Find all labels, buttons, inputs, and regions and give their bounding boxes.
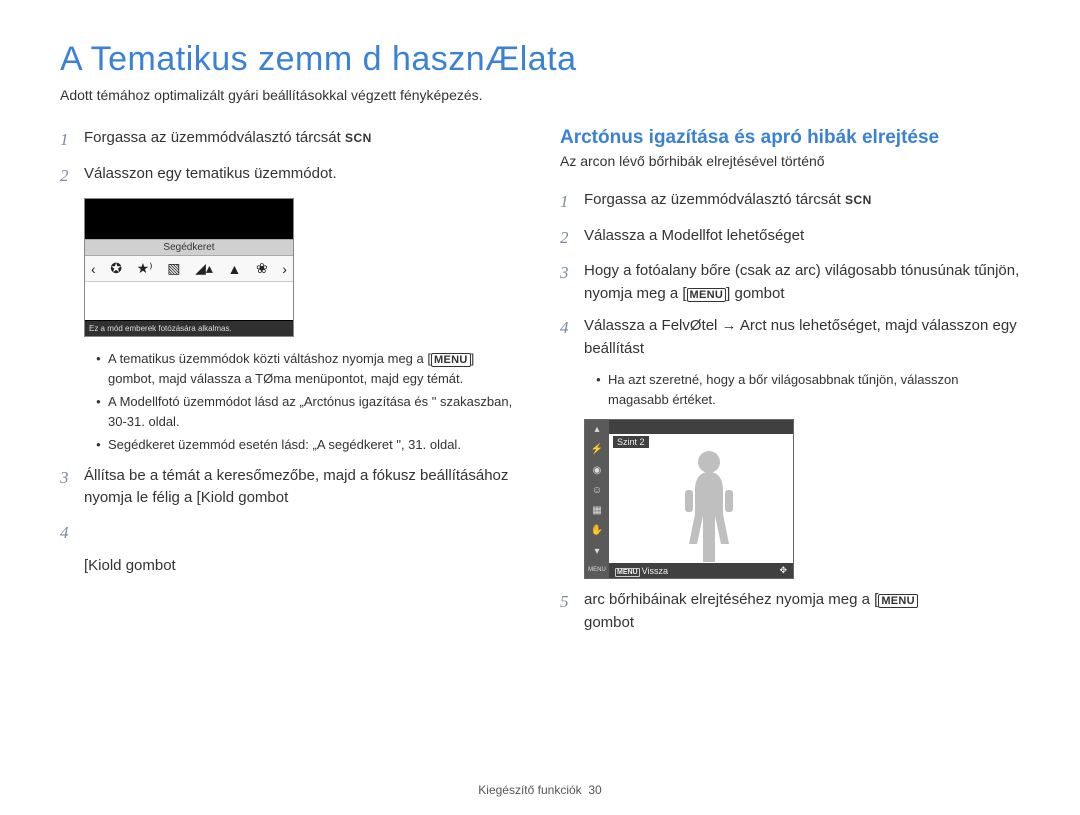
page-subtitle: Adott témához optimalizált gyári beállít… (60, 87, 1020, 103)
menu-small-icon: MENU (588, 567, 606, 573)
face-icon: ☺ (592, 486, 602, 496)
down-icon: ▾ (594, 547, 599, 557)
mode-bar-title: Segédkeret (85, 239, 293, 256)
mode-icon-row: ‹ ✪ ★⁾ ▧ ◢▴ ▲ ❀ › (85, 256, 293, 281)
section-desc: Az arcon lévő bőrhibák elrejtésével tört… (560, 153, 1020, 169)
step-4-extra: [Kiold gombot (84, 555, 520, 578)
step-number-2r: 2 (560, 225, 584, 251)
scn-badge: SCN (845, 193, 872, 207)
page-footer: Kiegészítő funkciók 30 (0, 783, 1080, 797)
camera-screenshot-retouch: ▴ ⚡ ◉ ☺ ▦ ✋ ▾ MENU Szint 2 MENUV (584, 419, 794, 579)
camera-sidebar: ▴ ⚡ ◉ ☺ ▦ ✋ ▾ MENU (585, 420, 609, 578)
page-title: A Tematikus zemm d hasznÆlata (60, 40, 1020, 79)
arrow-left-icon: ‹ (91, 261, 96, 277)
right-bullets: Ha azt szeretné, hogy a bőr világosabbna… (596, 370, 1020, 409)
back-label: Vissza (642, 566, 668, 576)
arrow-right-icon: › (282, 261, 287, 277)
face-detect-icon: ◉ (593, 466, 602, 476)
footer-section: Kiegészítő funkciók (478, 783, 581, 797)
left-column: 1 Forgassa az üzemmódválasztó tárcsát SC… (60, 127, 520, 644)
level-label: Szint 2 (613, 436, 649, 448)
step-2r-text: Válassza a Modellfot lehetőséget (584, 225, 1020, 248)
children-icon: ◢▴ (195, 260, 213, 277)
step-number-3: 3 (60, 465, 84, 491)
bullet-item: Segédkeret üzemmód esetén lásd: „A segéd… (96, 435, 520, 455)
bullet-item: A tematikus üzemmódok közti váltáshoz ny… (96, 349, 520, 388)
bullet-item: A Modellfotó üzemmódot lásd az „Arctónus… (96, 392, 520, 431)
left-bullets: A tematikus üzemmódok közti váltáshoz ny… (96, 349, 520, 455)
hand-icon: ✋ (591, 526, 603, 536)
mode-desc-bar: Ez a mód emberek fotózására alkalmas. (85, 321, 293, 336)
scn-badge: SCN (345, 131, 372, 145)
person-silhouette-icon (669, 444, 749, 564)
step-5r-text: arc bőrhibáinak elrejtéséhez nyomja meg … (584, 589, 1020, 634)
step-3-text: Állítsa be a témát a keresőmezőbe, majd … (84, 465, 520, 510)
menu-badge: MENU (431, 353, 471, 367)
menu-badge: MENU (878, 594, 918, 608)
step-number-4: 4 (60, 520, 84, 546)
closeup-icon: ❀ (256, 260, 268, 277)
landscape-icon: ▲ (227, 261, 241, 277)
people-icon: ▧ (167, 260, 180, 277)
right-column: Arctónus igazítása és apró hibák elrejté… (560, 127, 1020, 644)
step-number-3r: 3 (560, 260, 584, 286)
footer-page-number: 30 (588, 783, 601, 797)
step-1-text: Forgassa az üzemmódválasztó tárcsát SCN (84, 127, 520, 150)
step-2-text: Válasszon egy tematikus üzemmódot. (84, 163, 520, 186)
step-4r-text: Válassza a FelvØtel → Arct nus lehetőség… (584, 315, 1020, 360)
step-1r-text: Forgassa az üzemmódválasztó tárcsát SCN (584, 189, 1020, 212)
flash-off-icon: ⚡ (591, 445, 603, 455)
camera-screenshot-guide-frame: Segédkeret ‹ ✪ ★⁾ ▧ ◢▴ ▲ ❀ › Ez a mód em… (84, 198, 294, 337)
step-number-1: 1 (60, 127, 84, 153)
bullet-item: Ha azt szeretné, hogy a bőr világosabbna… (596, 370, 1020, 409)
step-number-5r: 5 (560, 589, 584, 615)
step-number-4r: 4 (560, 315, 584, 341)
grid-icon: ▦ (592, 506, 601, 516)
step-number-1r: 1 (560, 189, 584, 215)
step-number-2: 2 (60, 163, 84, 189)
menu-badge: MENU (687, 288, 727, 302)
move-icon: ✥ (779, 565, 787, 576)
up-icon: ▴ (594, 425, 599, 435)
portrait-icon: ✪ (110, 260, 122, 277)
section-title: Arctónus igazítása és apró hibák elrejté… (560, 127, 1020, 149)
night-icon: ★⁾ (137, 260, 153, 277)
step-3r-text: Hogy a fotóalany bőre (csak az arc) vilá… (584, 260, 1020, 305)
